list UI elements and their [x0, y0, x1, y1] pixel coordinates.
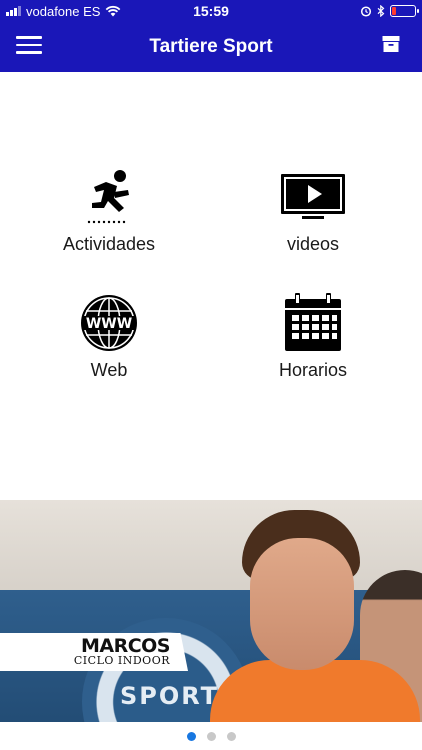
carousel-dot-1[interactable]: [186, 731, 196, 741]
bluetooth-icon: [377, 5, 385, 17]
hamburger-menu-icon[interactable]: [16, 36, 42, 56]
caption-subtitle: CICLO INDOOR: [73, 654, 170, 667]
person-shirt: [210, 660, 420, 722]
tile-web[interactable]: WWW Web: [24, 292, 194, 381]
carousel-pagination: [0, 722, 422, 750]
status-left: vodafone ES: [6, 4, 121, 19]
wifi-icon: [106, 5, 121, 17]
banner-caption: MARCOS CICLO INDOOR: [0, 633, 188, 671]
tile-horarios[interactable]: Horarios: [228, 292, 398, 381]
signal-strength-icon: [6, 6, 21, 16]
sprinter-icon: [87, 170, 129, 224]
calendar-icon: [285, 293, 341, 351]
tile-videos-label: videos: [286, 234, 340, 254]
carrier-name: vodafone ES: [26, 3, 101, 19]
tile-horarios-label: Horarios: [278, 360, 348, 380]
alarm-icon: [360, 6, 372, 17]
tile-videos[interactable]: videos: [228, 166, 398, 255]
carousel-dot-2[interactable]: [206, 731, 216, 741]
tile-actividades-label: Actividades: [62, 234, 156, 254]
status-right: [360, 5, 419, 17]
banner-sport-text: SPORT: [120, 682, 220, 710]
battery-icon: [390, 5, 419, 17]
header-title: Tartiere Sport: [149, 36, 273, 57]
www-globe-icon: WWW: [81, 295, 137, 351]
carousel-dot-3[interactable]: [226, 731, 236, 741]
banner-slide[interactable]: SPORT MARCOS CICLO INDOOR: [0, 500, 422, 722]
tv-play-icon: [281, 174, 345, 219]
person-face: [250, 538, 354, 670]
svg-text:WWW: WWW: [86, 316, 132, 332]
tile-web-label: Web: [90, 360, 128, 380]
caption-name: MARCOS: [80, 635, 171, 657]
tile-actividades[interactable]: Actividades: [24, 166, 194, 255]
status-bar: vodafone ES 15:59: [0, 0, 422, 22]
banner-person: [210, 510, 420, 722]
app-header: Tartiere Sport: [0, 22, 422, 72]
archive-box-icon[interactable]: [382, 35, 400, 53]
status-time: 15:59: [193, 3, 229, 19]
